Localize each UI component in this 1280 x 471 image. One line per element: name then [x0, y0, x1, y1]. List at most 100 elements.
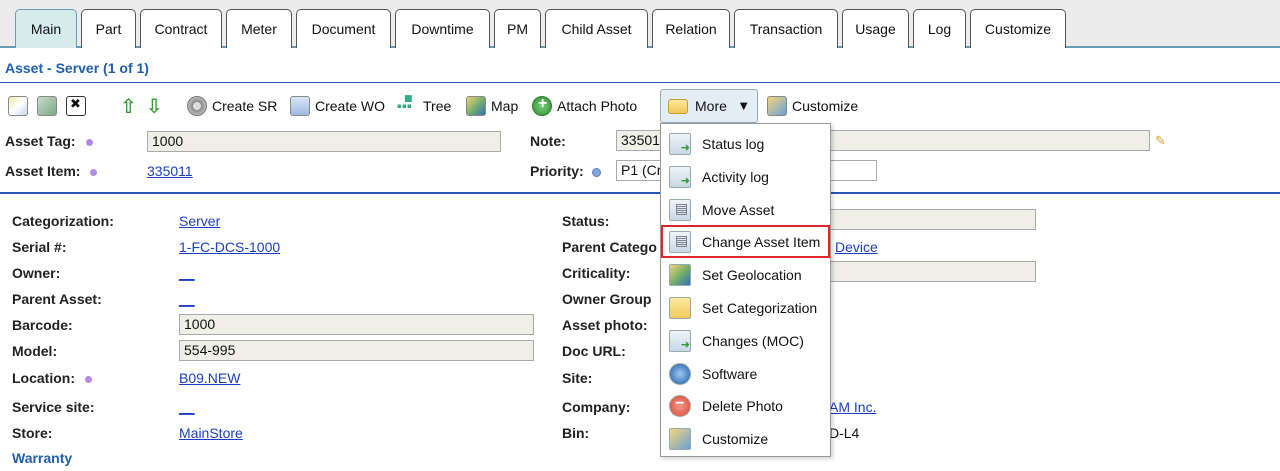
required-dot-icon [90, 168, 98, 176]
warranty-section-title[interactable]: Warranty [12, 450, 72, 466]
tree-label: Tree [423, 98, 452, 114]
tab-meter[interactable]: Meter [226, 9, 292, 48]
menu-item-software[interactable]: Software [661, 357, 830, 390]
owner-link[interactable]: __ [179, 265, 195, 281]
caret-down-icon: ▼ [739, 100, 748, 112]
parent-asset-label: Parent Asset: [12, 291, 102, 307]
customize-icon [767, 96, 787, 116]
delete-icon[interactable] [66, 96, 86, 116]
more-label: More [695, 98, 727, 114]
location-label: Location: [12, 370, 92, 386]
customize-label: Customize [792, 98, 859, 114]
criticality-field[interactable] [820, 261, 1036, 282]
folder-icon [669, 296, 691, 319]
move-up-icon[interactable]: ⇧ [120, 94, 137, 118]
menu-item-status-log[interactable]: Status log [661, 127, 830, 160]
gear-icon [187, 96, 207, 116]
map-icon [466, 96, 486, 116]
work-order-icon [290, 96, 310, 116]
required-dot-icon [85, 375, 92, 383]
priority-label: Priority: [530, 163, 601, 179]
page-title: Asset - Server (1 of 1) [5, 60, 149, 76]
delete-circle-icon [669, 394, 691, 417]
menu-item-set-geolocation[interactable]: Set Geolocation [661, 258, 830, 291]
menu-item-changes-moc[interactable]: Changes (MOC) [661, 324, 830, 357]
barcode-label: Barcode: [12, 317, 73, 333]
menu-item-activity-log[interactable]: Activity log [661, 160, 830, 193]
asset-item-link[interactable]: 335011 [147, 163, 193, 179]
menu-item-move-asset[interactable]: Move Asset [661, 193, 830, 226]
location-link[interactable]: B09.NEW [179, 370, 240, 386]
model-label: Model: [12, 343, 58, 359]
menu-item-change-asset-item[interactable]: Change Asset Item [661, 225, 830, 258]
note-label: Note: [530, 133, 566, 149]
categorization-label: Categorization: [12, 213, 114, 229]
menu-item-set-categorization[interactable]: Set Categorization [661, 291, 830, 324]
parent-category-label: Parent Catego [562, 239, 657, 255]
model-field[interactable]: 554-995 [179, 340, 534, 361]
log-icon [669, 165, 691, 188]
more-button[interactable]: More ▼ [660, 89, 758, 123]
tab-customize[interactable]: Customize [970, 9, 1066, 48]
globe-icon [669, 362, 691, 385]
asset-tag-label: Asset Tag: [5, 133, 93, 149]
bin-label: Bin: [562, 425, 590, 441]
tab-child-asset[interactable]: Child Asset [545, 9, 648, 48]
customize-button[interactable]: Customize [767, 92, 858, 120]
server-icon [669, 198, 691, 221]
status-field[interactable] [820, 209, 1036, 230]
service-site-label: Service site: [12, 399, 95, 415]
tree-button[interactable]: Tree [397, 92, 452, 120]
tree-icon [397, 94, 418, 116]
asset-photo-label: Asset photo: [562, 317, 648, 333]
more-dropdown-menu: Status log Activity log Move Asset Chang… [660, 123, 831, 457]
log-icon [669, 132, 691, 155]
store-label: Store: [12, 425, 53, 441]
owner-label: Owner: [12, 265, 61, 281]
pencil-icon[interactable]: ✎ [1155, 134, 1166, 149]
serial-label: Serial #: [12, 239, 67, 255]
copy-icon[interactable] [37, 96, 57, 116]
attach-photo-button[interactable]: Attach Photo [532, 92, 637, 120]
asset-tag-field[interactable]: 1000 [147, 131, 501, 152]
barcode-field[interactable]: 1000 [179, 314, 534, 335]
create-sr-button[interactable]: Create SR [187, 92, 277, 120]
add-photo-icon [532, 95, 552, 116]
menu-item-delete-photo[interactable]: Delete Photo [661, 389, 830, 422]
tab-log[interactable]: Log [913, 9, 966, 48]
map-label: Map [491, 98, 519, 114]
tab-document[interactable]: Document [296, 9, 391, 48]
title-divider [0, 82, 1280, 83]
tab-main[interactable]: Main [15, 9, 77, 48]
bin-value: D-L4 [829, 425, 860, 441]
status-label: Status: [562, 213, 610, 229]
site-label: Site: [562, 370, 593, 386]
tab-pm[interactable]: PM [494, 9, 541, 48]
service-site-link[interactable]: __ [179, 399, 195, 415]
asset-item-label: Asset Item: [5, 163, 98, 179]
tab-usage[interactable]: Usage [842, 9, 909, 48]
criticality-label: Criticality: [562, 265, 631, 281]
tab-part[interactable]: Part [81, 9, 136, 48]
parent-category-link[interactable]: Device [835, 239, 878, 255]
store-link[interactable]: MainStore [179, 425, 243, 441]
categorization-link[interactable]: Server [179, 213, 220, 229]
required-dot-icon [85, 138, 93, 146]
parent-asset-link[interactable]: __ [179, 291, 195, 307]
owner-group-label: Owner Group [562, 291, 652, 307]
tab-contract[interactable]: Contract [140, 9, 222, 48]
tab-downtime[interactable]: Downtime [395, 9, 490, 48]
create-sr-label: Create SR [212, 98, 278, 114]
tab-transaction[interactable]: Transaction [734, 9, 838, 48]
move-down-icon[interactable]: ⇩ [146, 94, 163, 118]
tab-relation[interactable]: Relation [652, 9, 730, 48]
company-link[interactable]: AM Inc. [829, 399, 876, 415]
tab-bar: Main Part Contract Meter Document Downti… [0, 0, 1280, 48]
serial-link[interactable]: 1-FC-DCS-1000 [179, 239, 280, 255]
map-button[interactable]: Map [466, 92, 518, 120]
edit-icon[interactable] [8, 96, 28, 116]
menu-item-customize[interactable]: Customize [661, 422, 830, 455]
create-wo-button[interactable]: Create WO [290, 92, 385, 120]
map-icon [669, 263, 691, 286]
attach-photo-label: Attach Photo [557, 98, 638, 114]
